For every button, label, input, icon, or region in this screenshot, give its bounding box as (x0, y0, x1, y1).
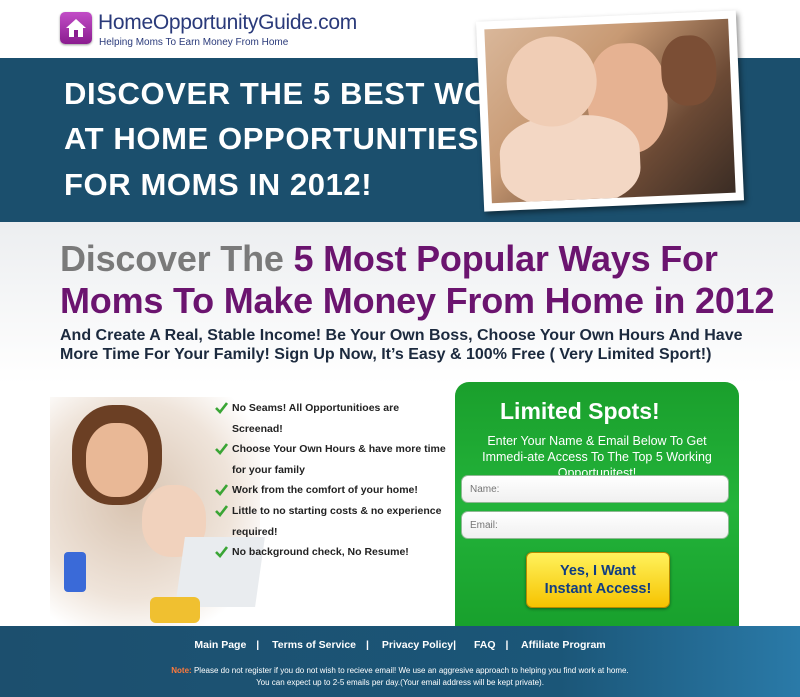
footer-link-terms[interactable]: Terms of Service (272, 639, 356, 651)
form-description: Enter Your Name & Email Below To Get Imm… (482, 434, 712, 480)
subheadline: And Create A Real, Stable Income! Be You… (60, 327, 743, 363)
logo-house-icon[interactable] (60, 12, 92, 44)
footer: Main Page | Terms of Service | Privacy Pol… (0, 626, 800, 697)
cta-line1: Yes, I Want (559, 563, 636, 579)
checkmark-icon (215, 546, 228, 559)
instant-access-button[interactable]: Yes, I Want Instant Access! (526, 552, 670, 608)
footer-link-main-page[interactable]: Main Page (194, 639, 246, 651)
checkmark-icon (215, 402, 228, 414)
benefit-item: Little to no starting costs & no experie… (215, 501, 450, 542)
benefits-list: No Seams! All Opportunitioes are Screena… (215, 398, 450, 563)
main-content: Discover The 5 Most Popular Ways For Mom… (0, 222, 800, 630)
footer-separator: | (505, 639, 509, 651)
benefit-text: No Seams! All Opportunitioes are Screena… (232, 402, 400, 435)
headline-purple-text: 5 Most Popular Ways For (293, 238, 718, 279)
form-title-text: Limited Spots! (500, 398, 660, 424)
signup-form: Limited Spots! Enter Your Name & Email B… (455, 382, 739, 630)
family-photo-image (484, 18, 736, 204)
logo-name-text: HomeOpportunityGuide (98, 11, 313, 34)
name-field[interactable] (461, 475, 729, 503)
cta-line2: Instant Access! (544, 581, 652, 597)
footer-separator: | (256, 639, 260, 651)
benefit-text: Little to no starting costs & no experie… (232, 504, 442, 538)
note-text-line2: You can expect up to 2-5 emails per day.… (256, 678, 544, 687)
benefit-text: No background check, No Resume! (232, 546, 409, 559)
hero-headline-line2: AT HOME OPPORTUNITIES (64, 121, 480, 156)
footer-nav: Main Page | Terms of Service | Privacy Pol… (0, 639, 800, 651)
benefit-item: Work from the comfort of your home! (215, 480, 450, 501)
footer-note: Note: Please do not register if you do n… (0, 665, 800, 689)
benefit-item: Choose Your Own Hours & have more time f… (215, 439, 450, 480)
footer-separator: | (366, 639, 369, 651)
logo-domain: .com (312, 11, 358, 34)
footer-link-affiliate[interactable]: Affiliate Program (521, 639, 606, 651)
footer-link-faq[interactable]: FAQ (474, 639, 496, 651)
house-icon (66, 19, 86, 37)
checkmark-icon (215, 443, 228, 456)
logo-tagline: Helping Moms To Earn Money From Home (99, 37, 289, 48)
checkmark-icon (215, 505, 228, 517)
family-photo (475, 10, 745, 212)
footer-link-privacy[interactable]: Privacy Policy| (382, 639, 456, 651)
benefit-item: No Seams! All Opportunitioes are Screena… (215, 398, 450, 439)
hero-headline-line1: DISCOVER THE 5 BEST WORK (64, 76, 535, 111)
checkmark-icon (215, 484, 228, 497)
logo-name[interactable]: HomeOpportunityGuide.com (98, 11, 357, 35)
benefit-text: Work from the comfort of your home! (232, 484, 418, 497)
note-text: Please do not register if you do not wis… (193, 666, 629, 675)
benefit-text: Choose Your Own Hours & have more time f… (232, 443, 446, 476)
main-headline-line2: Moms To Make Money From Home in 2012 (60, 280, 775, 321)
note-label: Note: (171, 666, 192, 675)
headline-gray-text: Discover The (60, 238, 294, 279)
hero-headline-line3: FOR MOMS IN 2012! (64, 167, 373, 202)
main-headline: Discover The 5 Most Popular Ways For (60, 238, 718, 280)
benefit-item: No background check, No Resume! (215, 542, 450, 563)
email-field[interactable] (461, 511, 729, 539)
